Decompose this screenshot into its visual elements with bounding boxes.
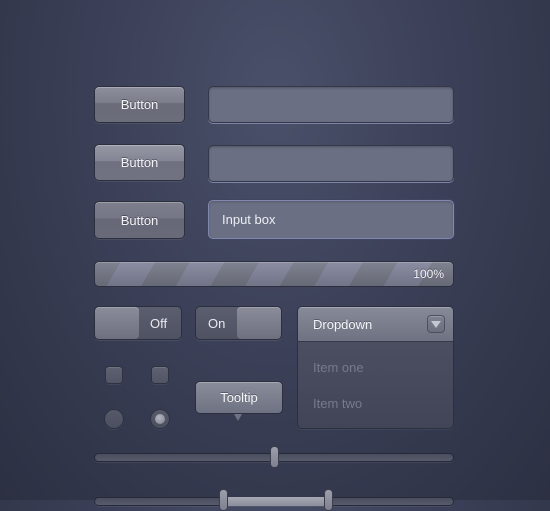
text-input-2[interactable] [208, 145, 454, 182]
dropdown: Dropdown Item one Item two [297, 306, 454, 429]
button-label: Button [120, 155, 159, 170]
progress-fill [95, 262, 453, 286]
button-hover[interactable]: Button [94, 144, 185, 181]
button-label: Button [120, 97, 159, 112]
dropdown-header[interactable]: Dropdown [298, 307, 453, 341]
checkbox-1[interactable] [105, 366, 123, 384]
text-input-focused[interactable]: Input box [208, 200, 454, 239]
button-label: Button [120, 212, 159, 228]
radio-dot [155, 414, 165, 424]
slider-thumb[interactable] [270, 446, 279, 468]
range-slider-thumb-high[interactable] [324, 489, 333, 511]
dropdown-item[interactable]: Item one [313, 360, 364, 375]
tooltip-pointer [234, 414, 242, 421]
button-pressed[interactable]: Button [94, 201, 185, 239]
tooltip-label: Tooltip [220, 390, 258, 405]
progress-label: 100% [413, 267, 444, 281]
toggle-on[interactable]: On [195, 306, 282, 340]
radio-2-selected[interactable] [150, 409, 170, 429]
range-slider-fill [228, 497, 324, 506]
toggle-off[interactable]: Off [94, 306, 182, 340]
dropdown-label: Dropdown [313, 316, 373, 332]
input-value: Input box [222, 212, 276, 227]
range-slider-thumb-low[interactable] [219, 489, 228, 511]
toggle-knob[interactable] [237, 307, 281, 339]
toggle-knob[interactable] [95, 307, 139, 339]
ui-kit-canvas: { "buttons": [ {"label": "Button", "stat… [0, 0, 550, 511]
button-normal[interactable]: Button [94, 86, 185, 123]
toggle-label: Off [150, 315, 168, 331]
toggle-label: On [208, 315, 226, 331]
checkbox-2[interactable] [151, 366, 169, 384]
dropdown-item[interactable]: Item two [313, 396, 362, 411]
text-input-1[interactable] [208, 86, 454, 123]
radio-1[interactable] [104, 409, 124, 429]
tooltip: Tooltip [195, 381, 283, 414]
progress-bar: 100% [94, 261, 454, 287]
triangle-down-icon[interactable] [427, 315, 445, 333]
